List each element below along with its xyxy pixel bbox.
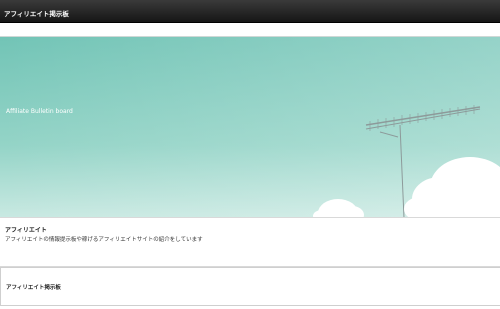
header-spacer bbox=[0, 23, 500, 36]
intro-section: アフィリエイト アフィリエイトの情報提示板や稼げるアフィリエイトサイトの紹介をし… bbox=[0, 217, 500, 267]
top-bar: アフィリエイト掲示板 bbox=[0, 0, 500, 23]
hero-caption: Affiliate Bulletin board bbox=[6, 108, 73, 115]
sky-antenna-image bbox=[0, 37, 500, 218]
board-heading-link[interactable]: アフィリエイト掲示板 bbox=[6, 283, 61, 291]
intro-heading: アフィリエイト bbox=[5, 227, 47, 234]
board-section: アフィリエイト掲示板 bbox=[0, 267, 500, 306]
intro-text: アフィリエイトの情報提示板や稼げるアフィリエイトサイトの紹介をしています bbox=[5, 237, 203, 243]
hero-banner: Affiliate Bulletin board bbox=[0, 36, 500, 218]
site-title-link[interactable]: アフィリエイト掲示板 bbox=[4, 10, 69, 18]
